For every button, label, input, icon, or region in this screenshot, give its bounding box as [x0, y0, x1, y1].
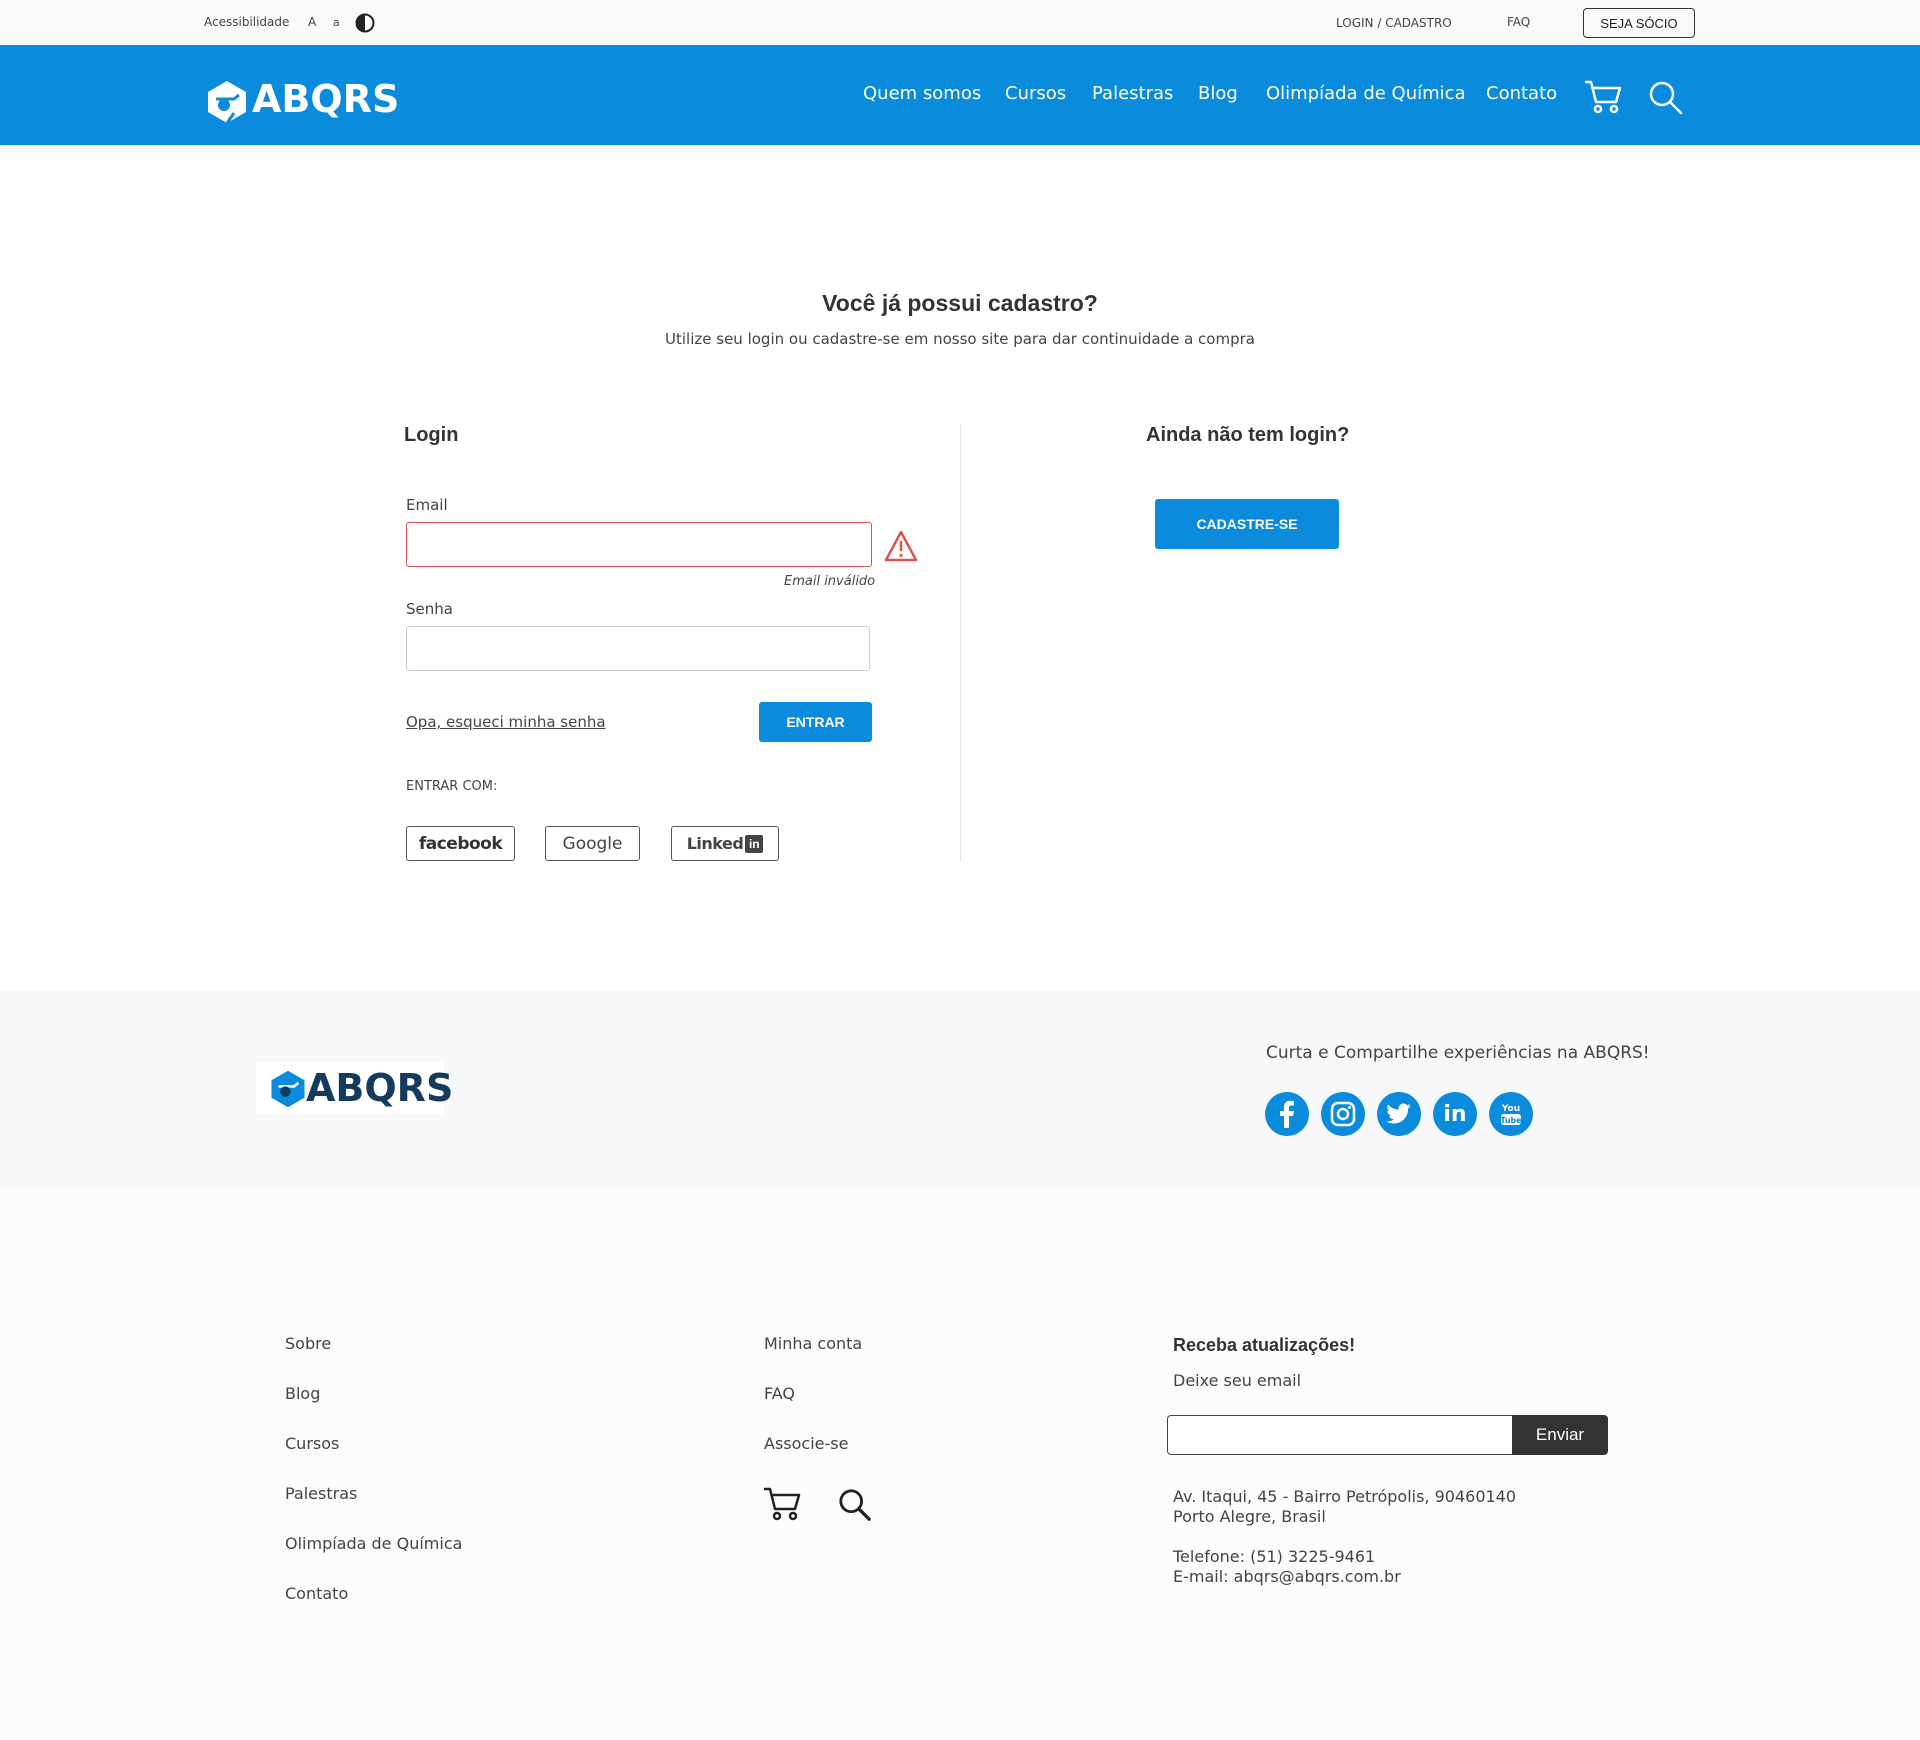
footer-social-band: ABQRS Curta e Compartilhe experiências n…	[0, 990, 1920, 1190]
google-login-button[interactable]: Google	[545, 826, 640, 861]
nav-blog[interactable]: Blog	[1198, 83, 1238, 104]
footer-search-icon[interactable]	[838, 1488, 872, 1527]
newsletter-submit-button[interactable]: Enviar	[1512, 1415, 1608, 1455]
font-decrease-button[interactable]: a	[333, 16, 340, 29]
newsletter-email-input[interactable]	[1167, 1415, 1513, 1455]
page-subtitle: Utilize seu login ou cadastre-se em noss…	[665, 330, 1255, 348]
accessibility-label: Acessibilidade	[204, 15, 290, 29]
password-label: Senha	[406, 600, 453, 618]
social-login-label: ENTRAR COM:	[406, 779, 498, 794]
footer-link-cursos[interactable]: Cursos	[285, 1434, 339, 1453]
footer-link-sobre[interactable]: Sobre	[285, 1334, 331, 1353]
login-submit-button[interactable]: ENTRAR	[759, 702, 872, 742]
footer-link-olimpiada[interactable]: Olimpíada de Química	[285, 1534, 462, 1553]
footer-logo[interactable]: ABQRS	[256, 1062, 453, 1114]
twitter-icon[interactable]	[1377, 1092, 1421, 1136]
utility-bar: Acessibilidade A a LOGIN / CADASTRO FAQ …	[0, 0, 1920, 45]
font-increase-button[interactable]: A	[308, 15, 316, 29]
signup-button[interactable]: CADASTRE-SE	[1155, 499, 1339, 549]
footer-logo-text: ABQRS	[306, 1066, 454, 1110]
linkedin-login-button[interactable]: Linked in	[671, 826, 779, 861]
newsletter-label: Deixe seu email	[1173, 1371, 1302, 1390]
nav-quem-somos[interactable]: Quem somos	[863, 83, 981, 104]
footer-link-minha-conta[interactable]: Minha conta	[764, 1334, 862, 1353]
search-icon[interactable]	[1648, 80, 1684, 121]
email-label: Email	[406, 496, 448, 514]
facebook-login-button[interactable]: facebook	[406, 826, 515, 861]
login-register-link[interactable]: LOGIN / CADASTRO	[1336, 16, 1452, 30]
youtube-icon[interactable]: You Tube	[1489, 1092, 1533, 1136]
join-member-button[interactable]: SEJA SÓCIO	[1583, 8, 1695, 38]
nav-contato[interactable]: Contato	[1486, 83, 1557, 104]
instagram-icon[interactable]	[1321, 1092, 1365, 1136]
column-divider	[960, 425, 961, 862]
nav-palestras[interactable]: Palestras	[1092, 83, 1173, 104]
email-error-message: Email inválido	[784, 574, 876, 589]
footer-link-associe-se[interactable]: Associe-se	[764, 1434, 848, 1453]
share-text: Curta e Compartilhe experiências na ABQR…	[1266, 1043, 1650, 1063]
signup-heading: Ainda não tem login?	[1146, 424, 1350, 446]
svg-text:You: You	[1501, 1104, 1520, 1114]
footer-link-contato[interactable]: Contato	[285, 1584, 348, 1603]
email-text: E-mail: abqrs@abqrs.com.br	[1173, 1567, 1401, 1586]
page-title: Você já possui cadastro?	[822, 290, 1098, 316]
main-header: ABQRS Quem somos Cursos Palestras Blog O…	[0, 45, 1920, 145]
svg-text:Tube: Tube	[1500, 1116, 1522, 1125]
google-wordmark: Google	[562, 833, 623, 854]
cart-icon[interactable]	[1583, 79, 1623, 120]
site-logo[interactable]: ABQRS	[204, 75, 399, 127]
footer-link-blog[interactable]: Blog	[285, 1384, 320, 1403]
password-field[interactable]	[406, 626, 870, 671]
linkedin-in-icon: in	[745, 834, 764, 853]
nav-cursos[interactable]: Cursos	[1005, 83, 1066, 104]
email-field[interactable]	[406, 522, 872, 567]
facebook-icon[interactable]	[1265, 1092, 1309, 1136]
facebook-wordmark: facebook	[418, 833, 503, 854]
footer-links: Sobre Blog Cursos Palestras Olimpíada de…	[0, 1190, 1920, 1740]
faq-link[interactable]: FAQ	[1507, 15, 1530, 29]
linkedin-icon[interactable]: in	[1433, 1092, 1477, 1136]
footer-link-faq[interactable]: FAQ	[764, 1384, 795, 1403]
footer-link-palestras[interactable]: Palestras	[285, 1484, 357, 1503]
phone-text: Telefone: (51) 3225-9461	[1173, 1547, 1376, 1566]
forgot-password-link[interactable]: Opa, esqueci minha senha	[406, 713, 606, 731]
footer-logo-hexagon-icon	[271, 1070, 305, 1108]
logo-text: ABQRS	[252, 77, 400, 121]
contrast-icon[interactable]	[355, 13, 377, 38]
login-heading: Login	[404, 424, 459, 446]
linkedin-wordmark: Linked	[686, 834, 744, 853]
warning-icon	[884, 530, 918, 567]
logo-hexagon-icon	[208, 81, 246, 124]
newsletter-heading: Receba atualizações!	[1173, 1335, 1356, 1355]
nav-olimpiada[interactable]: Olimpíada de Química	[1266, 83, 1466, 104]
address-line1: Av. Itaqui, 45 - Bairro Petrópolis, 9046…	[1173, 1487, 1517, 1506]
footer-cart-icon[interactable]	[762, 1486, 802, 1527]
address-line2: Porto Alegre, Brasil	[1173, 1507, 1326, 1526]
